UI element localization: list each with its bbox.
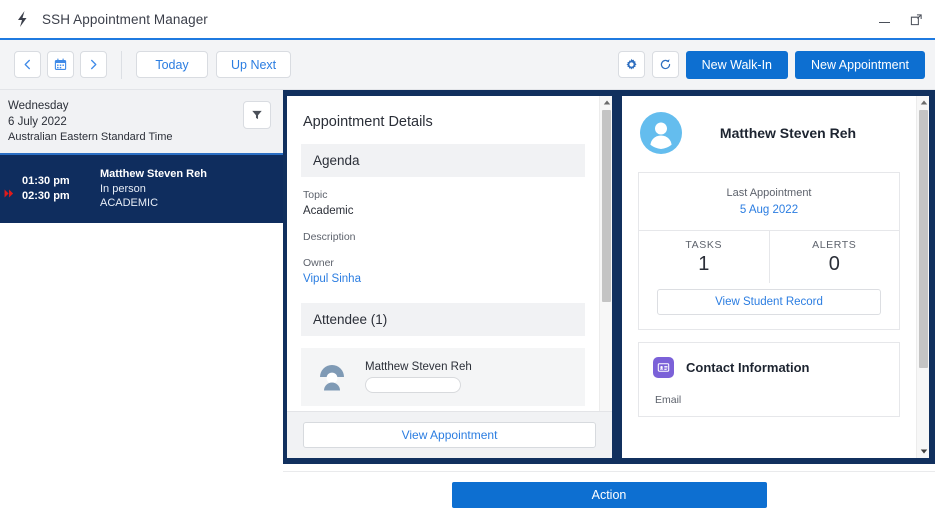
lightning-bolt-icon — [14, 10, 30, 28]
date-label: 6 July 2022 — [8, 115, 67, 128]
appointment-list-sidebar: Wednesday 6 July 2022 Australian Eastern… — [0, 90, 283, 517]
action-button[interactable]: Action — [451, 481, 767, 508]
detail-panels-container: Appointment Details Agenda Topic Academi… — [283, 90, 935, 464]
minimize-icon[interactable] — [875, 10, 893, 28]
owner-value-link[interactable]: Vipul Sinha — [303, 271, 583, 287]
student-header: Matthew Steven Reh — [622, 96, 916, 154]
appointment-category: ACADEMIC — [100, 197, 159, 210]
appointment-mode: In person — [100, 182, 146, 195]
bottom-action-bar: Action — [283, 471, 935, 517]
appointment-start-time: 01:30 pm — [22, 175, 70, 187]
page-title: Appointment Details — [303, 114, 433, 130]
toolbar: Today Up Next New Walk-In New Appointmen… — [0, 40, 935, 90]
topic-value: Academic — [303, 205, 354, 217]
timezone-label: Australian Eastern Standard Time — [8, 131, 173, 143]
description-field: Description — [287, 219, 599, 245]
attendee-section-header: Attendee (1) — [301, 303, 585, 336]
today-button[interactable]: Today — [136, 51, 208, 78]
last-appointment-label: Last Appointment — [726, 187, 812, 199]
tasks-stat: TASKS 1 — [639, 231, 769, 283]
next-day-button[interactable] — [80, 51, 107, 78]
attendee-action-button[interactable] — [365, 377, 461, 393]
new-appointment-button[interactable]: New Appointment — [795, 50, 925, 79]
attendee-list-item[interactable]: Matthew Steven Reh — [301, 348, 585, 406]
student-name: Matthew Steven Reh — [719, 125, 857, 141]
window-controls — [875, 10, 925, 28]
owner-field: Owner Vipul Sinha — [287, 245, 599, 287]
topic-field: Topic Academic — [287, 177, 599, 219]
topic-label: Topic — [303, 189, 328, 201]
student-info-scroll-area: Matthew Steven Reh Last Appointment 5 Au… — [622, 96, 916, 458]
contact-information-header: Contact Information — [653, 357, 885, 378]
student-info-card: Matthew Steven Reh Last Appointment 5 Au… — [622, 96, 929, 458]
student-stats-row: TASKS 1 ALERTS 0 — [639, 230, 899, 283]
appointment-list-item[interactable]: 01:30 pm 02:30 pm Matthew Steven Reh In … — [0, 153, 283, 223]
email-label: Email — [655, 394, 682, 406]
last-appointment-date-link[interactable]: 5 Aug 2022 — [639, 202, 899, 219]
restore-window-icon[interactable] — [907, 10, 925, 28]
contact-information-title: Contact Information — [686, 360, 810, 375]
user-avatar-icon — [640, 112, 682, 154]
double-chevron-right-icon — [4, 185, 15, 203]
appointment-details-card: Appointment Details Agenda Topic Academi… — [287, 96, 612, 458]
app-window: SSH Appointment Manager Today Up Next Ne… — [0, 0, 935, 517]
attendee-name: Matthew Steven Reh — [365, 361, 472, 373]
scroll-up-arrow-icon[interactable] — [600, 96, 612, 109]
user-avatar-icon — [313, 358, 351, 396]
owner-label: Owner — [303, 257, 334, 269]
attendee-detail-block: Matthew Steven Reh — [365, 361, 472, 393]
student-summary-box: Last Appointment 5 Aug 2022 TASKS 1 ALER… — [638, 172, 900, 330]
view-student-record-button[interactable]: View Student Record — [657, 289, 881, 315]
contact-information-box: Contact Information Email — [638, 342, 900, 417]
description-label: Description — [303, 231, 356, 243]
appointment-info-block: Matthew Steven Reh In person ACADEMIC — [100, 167, 207, 211]
filter-funnel-icon[interactable] — [243, 101, 271, 129]
app-title: SSH Appointment Manager — [42, 11, 208, 27]
appointment-details-scroll-area: Appointment Details Agenda Topic Academi… — [287, 96, 599, 458]
weekday-label: Wednesday — [8, 100, 69, 112]
appointment-details-footer: View Appointment — [287, 411, 612, 458]
date-header: Wednesday 6 July 2022 Australian Eastern… — [0, 90, 283, 153]
contact-card-icon — [653, 357, 674, 378]
appointment-details-scrollbar[interactable] — [599, 96, 612, 458]
up-next-button[interactable]: Up Next — [216, 51, 292, 78]
tasks-label: TASKS — [685, 239, 723, 251]
date-text-block: Wednesday 6 July 2022 Australian Eastern… — [8, 99, 172, 146]
main-body: Wednesday 6 July 2022 Australian Eastern… — [0, 90, 935, 517]
new-walk-in-button[interactable]: New Walk-In — [685, 50, 789, 79]
toolbar-actions: New Walk-In New Appointment — [617, 50, 925, 79]
appointment-end-time: 02:30 pm — [22, 190, 70, 202]
toolbar-divider — [121, 50, 122, 79]
calendar-picker-button[interactable] — [47, 51, 74, 78]
view-student-record-wrap: View Student Record — [639, 283, 899, 329]
view-appointment-button[interactable]: View Appointment — [303, 422, 596, 448]
date-nav-group — [14, 51, 107, 78]
scrollbar-thumb[interactable] — [919, 110, 928, 368]
tasks-count: 1 — [698, 253, 710, 275]
student-info-scrollbar[interactable] — [916, 96, 929, 458]
scroll-down-arrow-icon[interactable] — [917, 445, 929, 458]
scroll-up-arrow-icon[interactable] — [917, 96, 929, 109]
gear-icon[interactable] — [617, 51, 645, 78]
appointment-time-block: 01:30 pm 02:30 pm — [22, 174, 92, 204]
alerts-label: ALERTS — [812, 239, 857, 251]
refresh-icon[interactable] — [651, 51, 679, 78]
alerts-count: 0 — [828, 253, 840, 275]
alerts-stat: ALERTS 0 — [768, 231, 900, 283]
previous-day-button[interactable] — [14, 51, 41, 78]
agenda-section-header: Agenda — [301, 144, 585, 177]
scrollbar-thumb[interactable] — [602, 110, 611, 302]
title-bar: SSH Appointment Manager — [0, 0, 935, 40]
appointment-student-name: Matthew Steven Reh — [100, 168, 207, 181]
